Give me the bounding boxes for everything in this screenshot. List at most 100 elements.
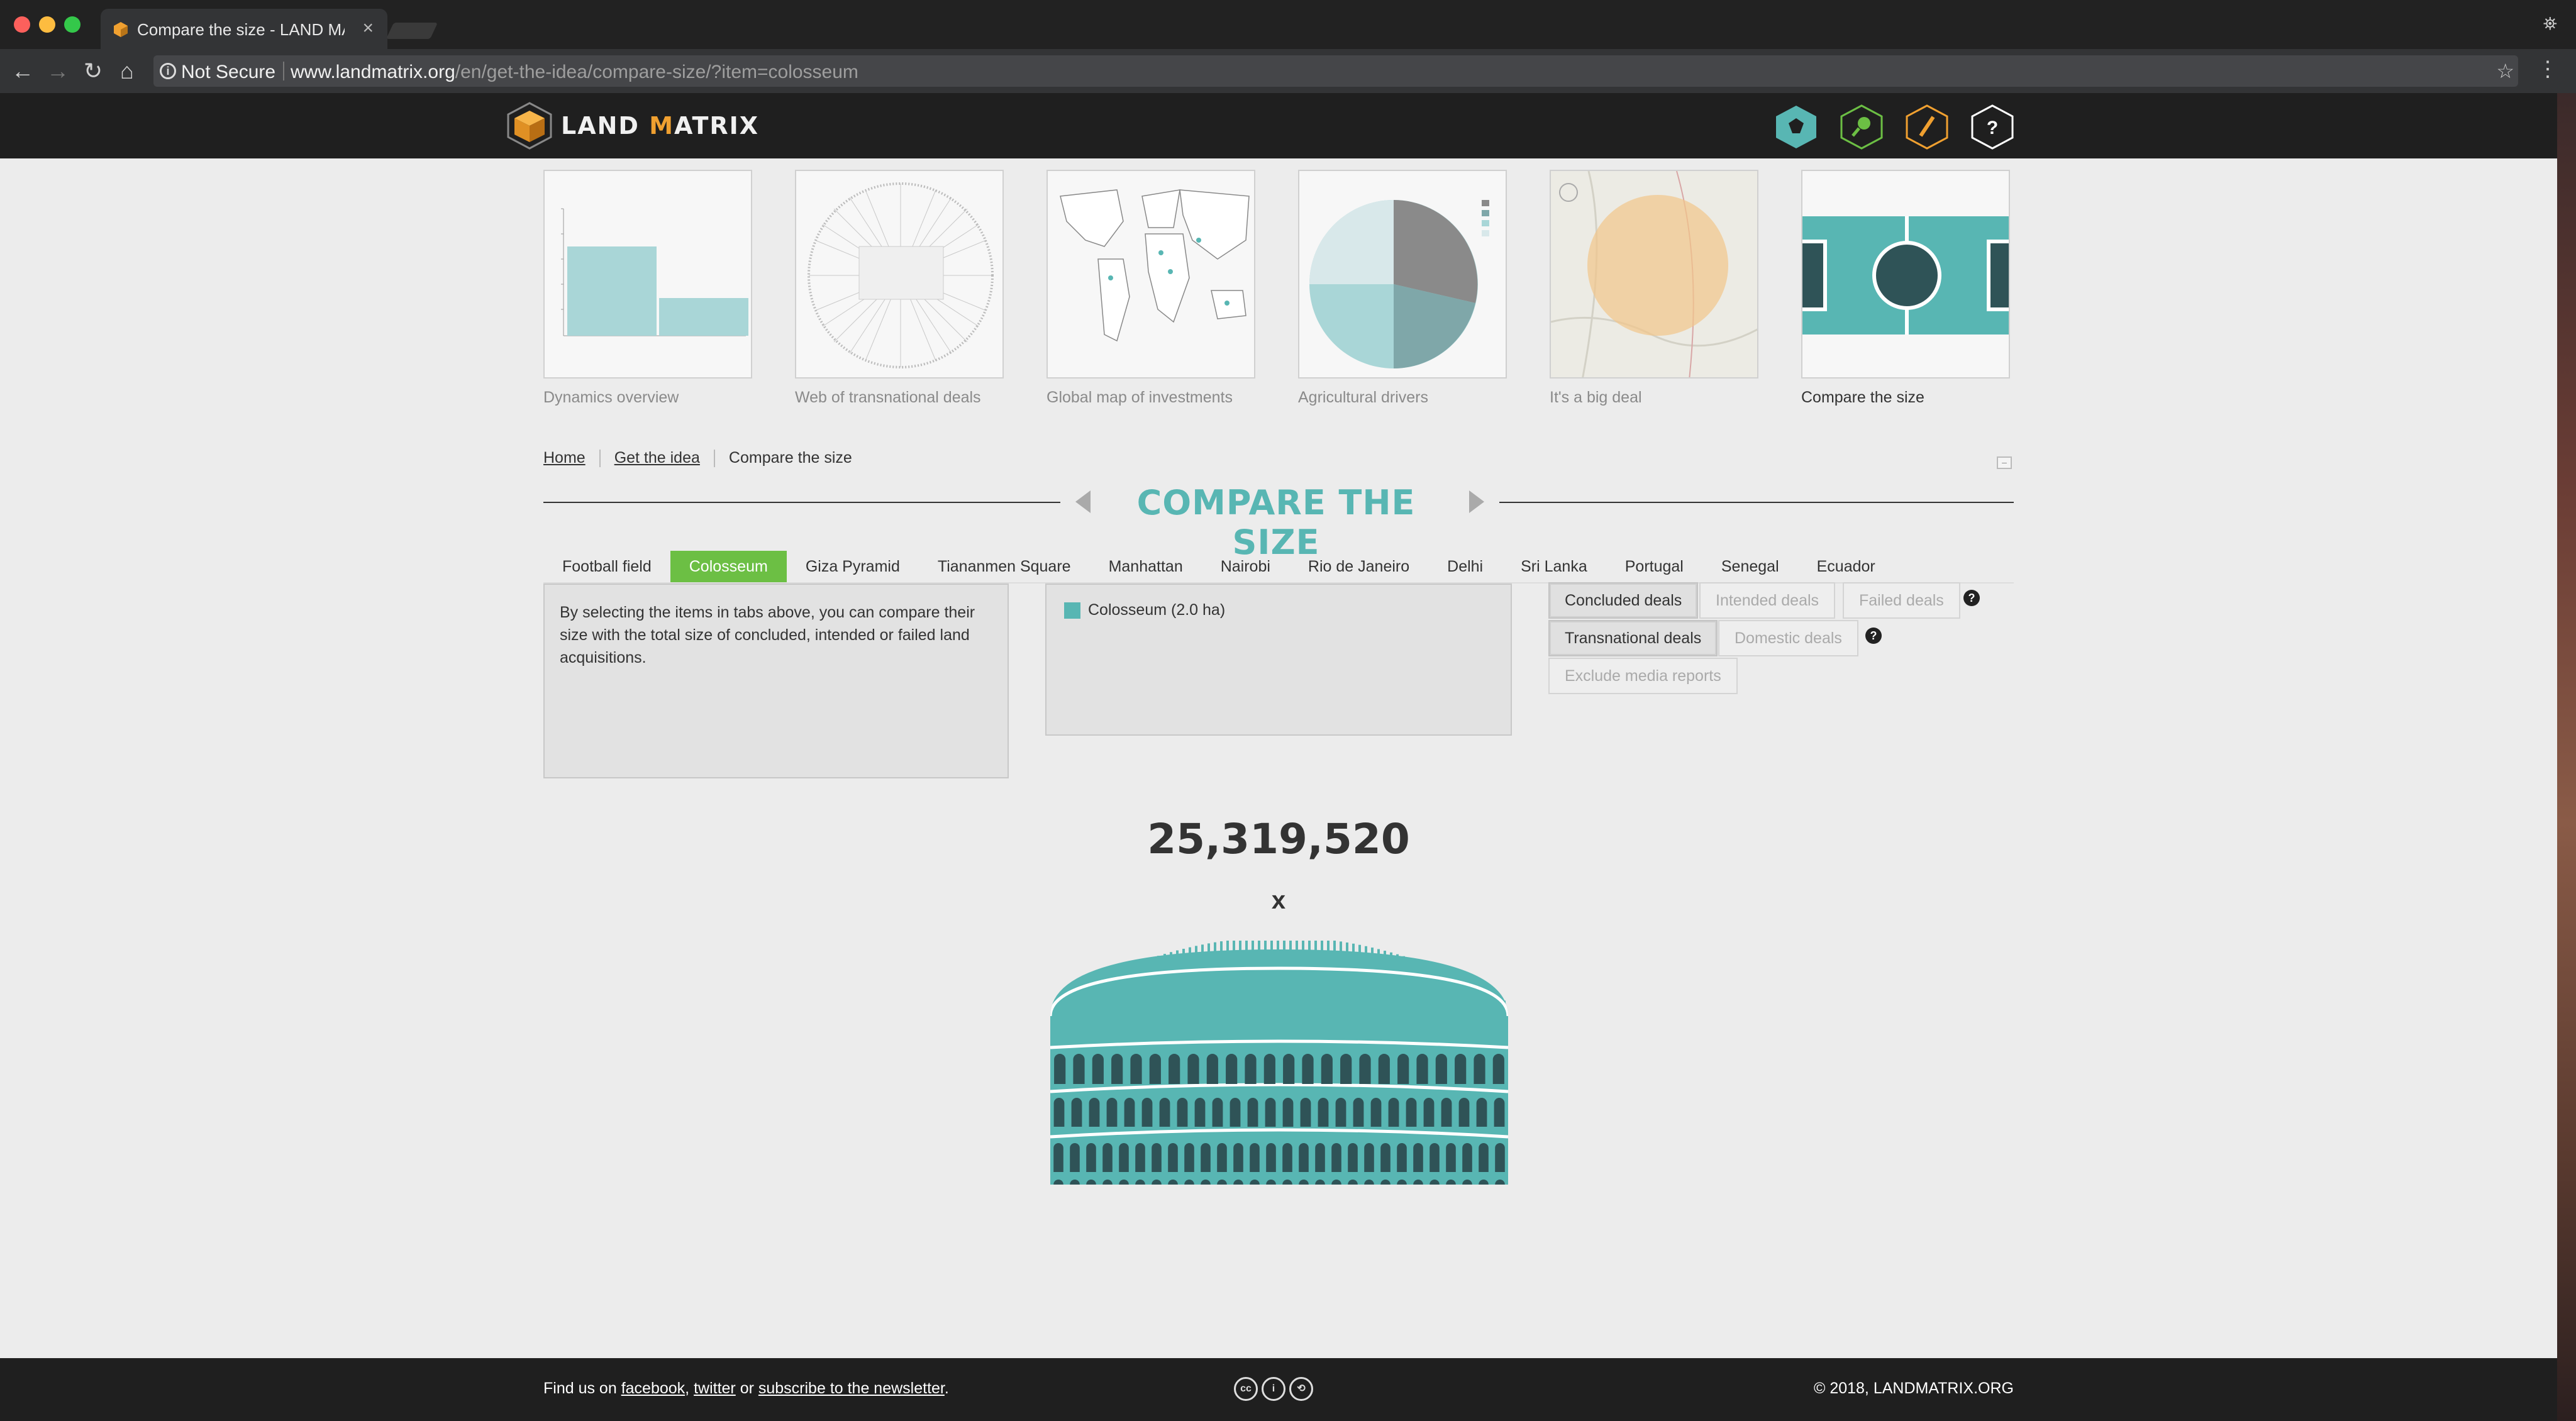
url-text[interactable]: www.landmatrix.org/en/get-the-idea/compa… (291, 62, 858, 83)
info-text: By selecting the items in tabs above, yo… (560, 604, 975, 666)
colosseum-arch (1149, 1054, 1161, 1084)
thumb-big-deal[interactable]: It's a big deal (1550, 170, 1758, 407)
tab-giza-pyramid[interactable]: Giza Pyramid (787, 551, 919, 582)
home-icon[interactable]: ⌂ (114, 58, 140, 84)
area-map-thumbnail (1551, 171, 1757, 377)
colosseum-arch (1413, 1143, 1423, 1172)
forward-icon[interactable]: → (45, 58, 70, 84)
concluded-deals-button[interactable]: Concluded deals (1548, 582, 1699, 619)
tab-nairobi[interactable]: Nairobi (1202, 551, 1289, 582)
colosseum-arch (1441, 1098, 1452, 1127)
colosseum-arch (1380, 1143, 1391, 1172)
tab-tiananmen-square[interactable]: Tiananmen Square (919, 551, 1090, 582)
tab-colosseum[interactable]: Colosseum (670, 551, 787, 582)
legend-swatch (1064, 602, 1080, 619)
thumb-dynamics-overview[interactable]: Dynamics overview (543, 170, 752, 407)
search-icon[interactable] (1840, 104, 1883, 150)
map-icon[interactable] (1775, 104, 1818, 150)
browser-menu-icon[interactable]: ⋮ (2537, 57, 2558, 82)
zoom-window-button[interactable] (64, 16, 80, 33)
thumb-web-of-deals[interactable]: Web of transnational deals (795, 170, 1004, 407)
thumb-compare-size[interactable]: Compare the size (1801, 170, 2010, 407)
logo-cube-icon (507, 102, 552, 150)
thumb-label: Compare the size (1801, 389, 1924, 406)
web-page: LAND MATRIX ? Dynamics overview Web of t… (0, 93, 2557, 1421)
thumb-agricultural-drivers[interactable]: Agricultural drivers (1298, 170, 1507, 407)
colosseum-arch (1135, 1143, 1145, 1172)
pencil-icon[interactable] (1906, 104, 1948, 150)
tab-football-field[interactable]: Football field (543, 551, 670, 582)
next-arrow-icon[interactable] (1469, 490, 1484, 513)
previous-arrow-icon[interactable] (1075, 490, 1091, 513)
breadcrumb-get-the-idea[interactable]: Get the idea (614, 449, 700, 467)
breadcrumb: Home Get the idea Compare the size (543, 449, 852, 467)
colosseum-arch (1119, 1143, 1129, 1172)
tab-senegal[interactable]: Senegal (1702, 551, 1798, 582)
transnational-deals-button[interactable]: Transnational deals (1548, 620, 1718, 656)
thumb-label: Global map of investments (1046, 389, 1233, 406)
info-box: By selecting the items in tabs above, yo… (543, 583, 1009, 778)
domestic-deals-button[interactable]: Domestic deals (1718, 620, 1858, 656)
thumb-global-map[interactable]: Global map of investments (1046, 170, 1255, 407)
failed-deals-button[interactable]: Failed deals (1843, 582, 1960, 619)
thumb-image (1046, 170, 1255, 379)
colosseum-arch (1124, 1098, 1135, 1127)
deal-scope-help-icon[interactable]: ? (1865, 628, 1882, 644)
deal-status-help-icon[interactable]: ? (1963, 590, 1980, 606)
exclude-media-reports-button[interactable]: Exclude media reports (1548, 658, 1738, 694)
tab-ecuador[interactable]: Ecuador (1798, 551, 1894, 582)
copyright: © 2018, LANDMATRIX.ORG (1813, 1380, 2014, 1397)
browser-toolbar: ← → ↻ ⌂ i Not Secure www.landmatrix.org/… (0, 49, 2576, 93)
colosseum-arch (1111, 1054, 1123, 1084)
close-window-button[interactable] (14, 16, 30, 33)
thumb-image (1801, 170, 2010, 379)
footer-social-text: Find us on facebook, twitter or subscrib… (543, 1380, 949, 1398)
colosseum-arch (1092, 1054, 1104, 1084)
address-bar[interactable]: i Not Secure www.landmatrix.org/en/get-t… (153, 55, 2518, 87)
breadcrumb-home[interactable]: Home (543, 449, 586, 467)
colosseum-arch (1495, 1143, 1505, 1172)
help-icon[interactable]: ? (1971, 104, 2014, 150)
newsletter-link[interactable]: subscribe to the newsletter (758, 1380, 945, 1397)
license-icons[interactable]: cc i ⟲ (1234, 1377, 1313, 1401)
colosseum-arch (1423, 1098, 1435, 1127)
thumb-label: Agricultural drivers (1298, 389, 1429, 406)
url-host: www.landmatrix.org (291, 62, 455, 82)
logo-text: LAND MATRIX (561, 112, 759, 140)
twitter-link[interactable]: twitter (694, 1380, 736, 1397)
intended-deals-button[interactable]: Intended deals (1699, 582, 1836, 619)
site-logo[interactable]: LAND MATRIX (507, 102, 759, 150)
tab-portugal[interactable]: Portugal (1606, 551, 1702, 582)
colosseum-arch (1397, 1143, 1407, 1172)
colosseum-arch (1245, 1054, 1257, 1084)
colosseum-arch (1455, 1054, 1467, 1084)
info-icon[interactable]: i (160, 63, 176, 79)
facebook-link[interactable]: facebook (621, 1380, 685, 1397)
browser-tab[interactable]: Compare the size - LAND MATRIX × (101, 9, 387, 49)
bookmark-star-icon[interactable]: ☆ (2496, 59, 2514, 83)
colosseum-arch (1378, 1054, 1390, 1084)
header-icon-group: ? (1775, 104, 2014, 150)
tab-sri-lanka[interactable]: Sri Lanka (1502, 551, 1606, 582)
back-icon[interactable]: ← (10, 58, 35, 84)
minimize-window-button[interactable] (39, 16, 55, 33)
colosseum-arch (1359, 1054, 1371, 1084)
colosseum-arch (1230, 1098, 1241, 1127)
new-tab-button[interactable] (386, 23, 438, 39)
site-footer: Find us on facebook, twitter or subscrib… (0, 1358, 2557, 1421)
collapse-toggle-button[interactable]: – (1997, 456, 2012, 469)
colosseum-arch (1247, 1098, 1258, 1127)
security-label: Not Secure (181, 62, 276, 82)
tab-rio-de-janeiro[interactable]: Rio de Janeiro (1289, 551, 1428, 582)
tab-manhattan[interactable]: Manhattan (1090, 551, 1202, 582)
colosseum-arch (1370, 1098, 1382, 1127)
reload-icon[interactable]: ↻ (80, 58, 106, 84)
tab-delhi[interactable]: Delhi (1428, 551, 1502, 582)
world-map-thumbnail (1060, 189, 1250, 342)
close-tab-icon[interactable]: × (362, 18, 374, 39)
favicon-icon (114, 22, 128, 37)
cast-icon[interactable]: ⛯ (2543, 14, 2557, 35)
colosseum-arch (1073, 1054, 1085, 1084)
title-divider-left (543, 502, 1060, 503)
title-row: COMPARE THE SIZE (543, 478, 2014, 562)
